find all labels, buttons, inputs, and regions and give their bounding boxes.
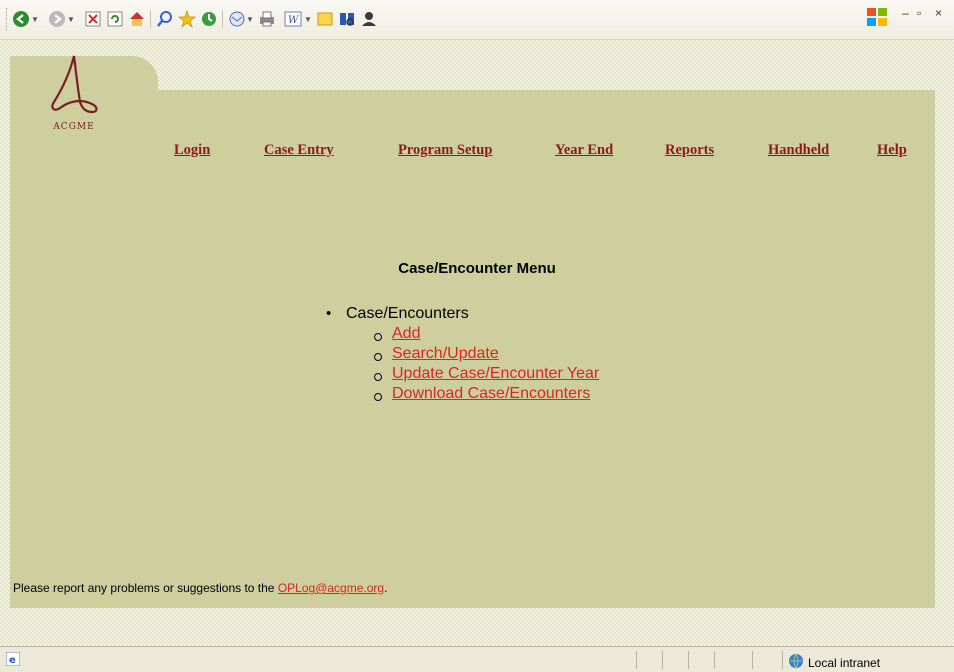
nav-year-end[interactable]: Year End: [555, 142, 613, 159]
footer-note: Please report any problems or suggestion…: [13, 581, 387, 595]
minimize-icon[interactable]: –: [902, 6, 909, 20]
list-item: Search/Update: [372, 344, 599, 364]
messenger-icon[interactable]: [360, 10, 378, 28]
status-divider: [688, 651, 689, 669]
menu-items: Add Search/Update Update Case/Encounter …: [324, 324, 599, 404]
ie-page-icon: e: [5, 651, 21, 667]
search-update-link[interactable]: Search/Update: [392, 345, 499, 362]
windows-logo-icon: [866, 6, 888, 28]
back-dropdown-icon[interactable]: ▼: [31, 10, 39, 28]
tab-background: [365, 92, 523, 122]
status-bar: e Local intranet: [0, 646, 954, 672]
forward-dropdown-icon[interactable]: ▼: [67, 10, 75, 28]
research-icon[interactable]: [338, 10, 356, 28]
acgme-logo[interactable]: ACGME: [40, 52, 108, 136]
mail-icon[interactable]: [228, 10, 246, 28]
toolbar-separator: [150, 10, 151, 28]
tab-background: [858, 92, 935, 122]
toolbar-separator: [222, 10, 223, 28]
security-zone-label: Local intranet: [808, 655, 881, 670]
discuss-icon[interactable]: [316, 10, 334, 28]
status-divider: [714, 651, 715, 669]
edit-icon[interactable]: W: [284, 10, 302, 28]
footer-text: Please report any problems or suggestion…: [13, 581, 278, 595]
restore-icon[interactable]: ▫: [917, 6, 921, 20]
print-icon[interactable]: [258, 10, 276, 28]
history-icon[interactable]: [200, 10, 218, 28]
status-divider: [782, 651, 783, 669]
home-icon[interactable]: [128, 10, 146, 28]
toolbar-grip[interactable]: [6, 8, 10, 30]
menu-section: Case/Encounters: [324, 304, 599, 324]
tab-background: [748, 92, 853, 122]
case-menu: Case/Encounters Add Search/Update Update…: [324, 304, 599, 404]
close-icon[interactable]: ×: [935, 6, 942, 20]
nav-case-entry[interactable]: Case Entry: [264, 142, 334, 159]
tab-background: [535, 92, 641, 122]
favorites-icon[interactable]: [178, 10, 196, 28]
nav-handheld[interactable]: Handheld: [768, 142, 829, 159]
logo-text: ACGME: [53, 122, 95, 132]
tab-background: [240, 92, 344, 122]
footer-suffix: .: [384, 581, 388, 595]
add-link[interactable]: Add: [392, 325, 420, 342]
forward-icon[interactable]: [48, 10, 66, 28]
stop-icon[interactable]: [84, 10, 102, 28]
svg-text:W: W: [288, 15, 299, 26]
browser-toolbar: ▼ ▼ ▼ W ▼ – ▫ ×: [0, 0, 954, 40]
status-divider: [662, 651, 663, 669]
status-divider: [636, 651, 637, 669]
nav-help[interactable]: Help: [877, 142, 907, 159]
list-item: Update Case/Encounter Year: [372, 364, 599, 384]
tab-background: [650, 92, 742, 122]
nav-reports[interactable]: Reports: [665, 142, 714, 159]
search-icon[interactable]: [156, 10, 174, 28]
page-content: ACGME Login Case Entry Program Setup Yea…: [0, 40, 954, 646]
list-item: Download Case/Encounters: [372, 384, 599, 404]
nav-login[interactable]: Login: [174, 142, 210, 159]
page-title: Case/Encounter Menu: [398, 260, 556, 277]
back-icon[interactable]: [12, 10, 30, 28]
svg-text:e: e: [9, 655, 16, 666]
mail-dropdown-icon[interactable]: ▼: [246, 10, 254, 28]
nav-program-setup[interactable]: Program Setup: [398, 142, 492, 159]
status-divider: [752, 651, 753, 669]
support-email-link[interactable]: OPLog@acgme.org: [278, 581, 384, 595]
refresh-icon[interactable]: [106, 10, 124, 28]
download-link[interactable]: Download Case/Encounters: [392, 385, 590, 402]
security-zone[interactable]: Local intranet: [788, 653, 880, 672]
update-year-link[interactable]: Update Case/Encounter Year: [392, 365, 599, 382]
menu-section-label: Case/Encounters: [346, 305, 469, 322]
list-item: Add: [372, 324, 599, 344]
intranet-icon: [788, 653, 804, 672]
edit-dropdown-icon[interactable]: ▼: [304, 10, 312, 28]
